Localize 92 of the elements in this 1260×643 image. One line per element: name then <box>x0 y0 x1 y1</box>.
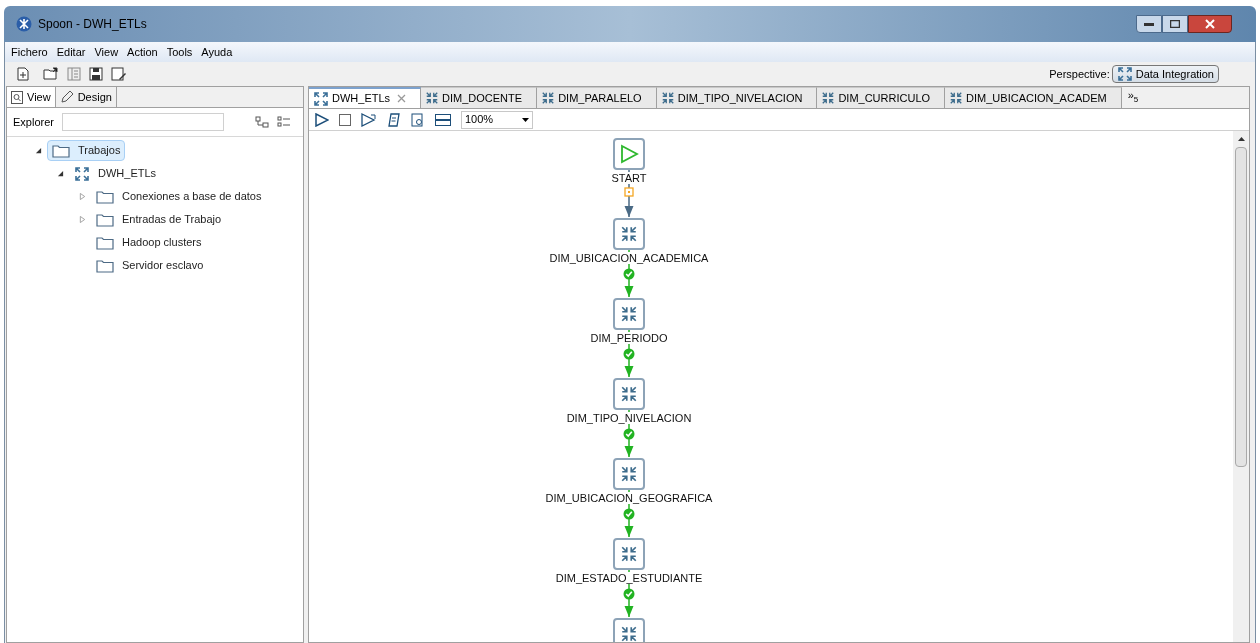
node-label: DIM_PERIODO <box>588 332 670 344</box>
arrows-inward-icon <box>660 91 675 105</box>
app-logo-icon <box>16 16 32 32</box>
hierarchy-icon[interactable] <box>255 116 269 128</box>
tree-item-label: Trabajos <box>78 143 121 159</box>
job-entry-node[interactable] <box>613 538 645 570</box>
arrows-inward-icon <box>620 225 638 243</box>
tree-item-label: DWH_ETLs <box>98 166 157 182</box>
arrows-inward-icon <box>620 545 638 563</box>
tree-item-label: Entradas de Trabajo <box>122 212 222 228</box>
tree-item-label: Hadoop clusters <box>122 235 202 251</box>
folder-icon <box>52 143 70 158</box>
editor-tab[interactable]: DIM_UBICACION_ACADEM <box>945 87 1122 108</box>
collapse-icon[interactable] <box>56 170 64 177</box>
tree-item[interactable]: Entradas de Trabajo <box>91 209 227 230</box>
replay-icon[interactable] <box>361 112 377 127</box>
editor-tab[interactable]: DIM_CURRICULO <box>817 87 946 108</box>
panel-tab[interactable]: View <box>7 87 56 107</box>
dropdown-arrow-icon <box>522 117 529 122</box>
editor-tab[interactable]: DIM_TIPO_NIVELACION <box>656 87 818 108</box>
preview-icon[interactable] <box>411 112 425 127</box>
node-label: DIM_UBICACION_GEOGRAFICA <box>543 492 715 504</box>
script-icon[interactable] <box>387 112 401 127</box>
arrows-inward-icon <box>620 625 638 642</box>
arrows-inward-icon <box>541 91 556 105</box>
list-icon[interactable] <box>277 116 291 128</box>
folder-icon <box>96 258 114 273</box>
job-entry-node[interactable] <box>613 458 645 490</box>
job-entry-node[interactable] <box>613 618 645 642</box>
node-label: DIM_UBICACION_ACADEMICA <box>547 252 711 264</box>
menu-item[interactable]: View <box>90 43 123 61</box>
folder-icon <box>96 212 114 227</box>
minimize-icon <box>1144 22 1154 26</box>
node-label: START <box>609 172 649 184</box>
vertical-scrollbar[interactable] <box>1233 131 1249 642</box>
tree-item-label: Conexiones a base de datos <box>122 189 262 205</box>
close-button[interactable] <box>1188 15 1232 33</box>
close-icon <box>1205 19 1215 29</box>
tree-item-label: Servidor esclavo <box>122 258 204 274</box>
search-icon <box>11 90 23 104</box>
editor-tab[interactable]: DWH_ETLs <box>309 87 422 108</box>
pencil-icon <box>59 90 74 104</box>
explorer-search-field[interactable] <box>61 113 224 131</box>
arrows-inward-icon <box>620 385 638 403</box>
collapse-icon[interactable] <box>34 147 42 154</box>
arrows-inward-icon <box>620 305 638 323</box>
close-tab-icon[interactable] <box>397 94 407 103</box>
open-folder-icon[interactable] <box>43 67 59 81</box>
editor-tab[interactable]: DIM_DOCENTE <box>421 87 538 108</box>
perspective-label: Perspective: <box>1049 66 1110 82</box>
zoom-dropdown[interactable]: 100% <box>461 110 533 129</box>
arrows-inward-icon <box>949 91 964 105</box>
run-icon[interactable] <box>315 112 329 127</box>
scrollbar-thumb[interactable] <box>1235 147 1247 467</box>
arrows-icon <box>74 165 90 182</box>
start-node[interactable] <box>613 138 645 170</box>
tree-item[interactable]: DWH_ETLs <box>69 163 162 184</box>
folder-icon <box>96 235 114 250</box>
window-title: Spoon - DWH_ETLs <box>38 16 147 33</box>
folder-icon <box>96 189 114 204</box>
tree-item[interactable]: Conexiones a base de datos <box>91 186 267 207</box>
maximize-button[interactable] <box>1162 15 1188 33</box>
new-file-icon[interactable] <box>17 67 29 81</box>
minimize-button[interactable] <box>1136 15 1162 33</box>
arrows-inward-icon <box>425 91 440 105</box>
job-entry-node[interactable] <box>613 218 645 250</box>
stop-icon[interactable] <box>339 113 351 126</box>
job-entry-node[interactable] <box>613 378 645 410</box>
menu-item[interactable]: Fichero <box>7 43 52 61</box>
save-as-icon[interactable] <box>111 67 127 81</box>
save-icon[interactable] <box>89 67 103 81</box>
node-label: DIM_ESTADO_ESTUDIANTE <box>553 572 705 584</box>
menu-item[interactable]: Tools <box>162 43 197 61</box>
perspective-button[interactable]: Data Integration <box>1111 65 1219 83</box>
arrows-inward-icon <box>821 91 836 105</box>
menu-item[interactable]: Editar <box>52 43 90 61</box>
job-entry-node[interactable] <box>613 298 645 330</box>
arrows-icon <box>313 90 329 107</box>
tree-item[interactable]: Trabajos <box>47 140 126 161</box>
tree-item[interactable]: Hadoop clusters <box>91 232 207 253</box>
perspective-icon <box>1116 66 1133 82</box>
tree-item[interactable]: Servidor esclavo <box>91 255 209 276</box>
arrows-inward-icon <box>620 465 638 483</box>
node-label: DIM_TIPO_NIVELACION <box>564 412 694 424</box>
maximize-icon <box>1170 20 1180 28</box>
menu-item[interactable]: Ayuda <box>197 43 237 61</box>
editor-tab[interactable]: DIM_PARALELO <box>537 87 657 108</box>
menu-item[interactable]: Action <box>123 43 162 61</box>
scroll-up-icon[interactable] <box>1237 137 1245 141</box>
explorer-label: Explorer <box>13 114 54 130</box>
grid-icon[interactable] <box>435 113 451 126</box>
play-icon <box>619 144 639 164</box>
